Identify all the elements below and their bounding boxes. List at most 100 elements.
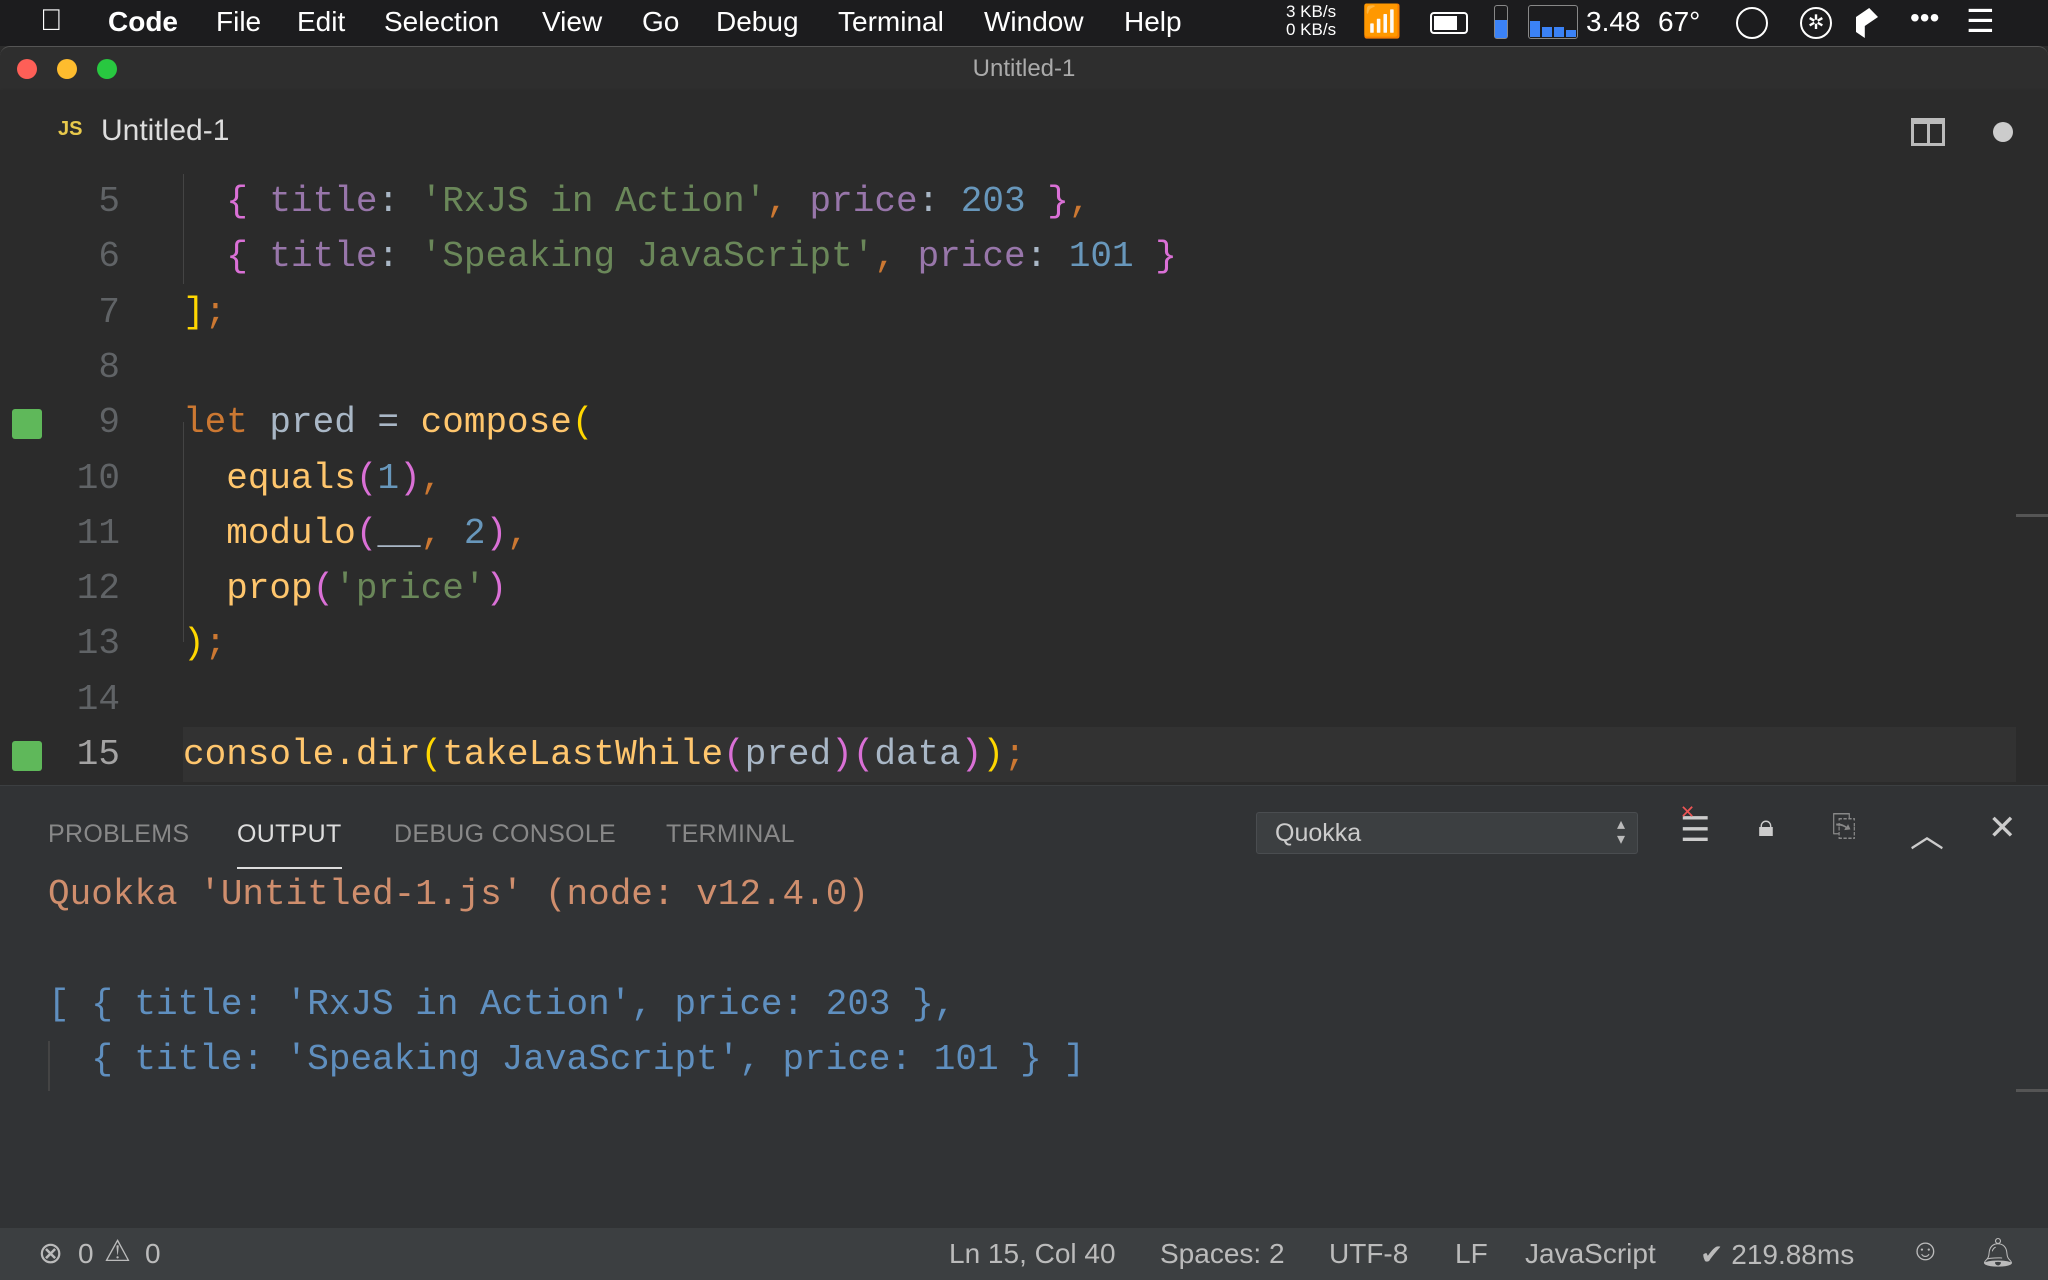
code-token: ) — [485, 512, 508, 554]
cpu-meter[interactable] — [1528, 5, 1578, 39]
unsaved-dot-icon[interactable] — [1993, 122, 2013, 142]
code-token: 101 — [1068, 236, 1134, 278]
code-line[interactable]: 7]; — [0, 285, 2016, 340]
battery-icon[interactable] — [1430, 12, 1468, 34]
tab-problems[interactable]: PROBLEMS — [48, 820, 189, 849]
menu-selection[interactable]: Selection — [384, 6, 499, 38]
code-token: compose — [420, 402, 572, 444]
temperature[interactable]: 67° — [1658, 6, 1700, 38]
app-icon[interactable] — [1856, 8, 1878, 38]
tab-output[interactable]: OUTPUT — [237, 820, 342, 869]
feedback-smiley-icon[interactable]: ☺ — [1910, 1234, 1941, 1268]
code-token: __ — [377, 512, 421, 554]
menu-go[interactable]: Go — [642, 6, 679, 38]
code-text: prop('price') — [183, 561, 507, 616]
code-line[interactable]: 11 modulo(__, 2), — [0, 506, 2016, 561]
quokka-timing[interactable]: ✔ 219.88ms — [1700, 1238, 1854, 1271]
line-number: 11 — [76, 512, 120, 554]
cursor-position[interactable]: Ln 15, Col 40 — [949, 1238, 1116, 1270]
code-token: 2 — [463, 512, 486, 554]
code-text: { title: 'Speaking JavaScript', price: 1… — [183, 229, 1177, 284]
code-token: ( — [355, 512, 378, 554]
code-token: , — [507, 512, 529, 554]
line-number: 5 — [98, 181, 120, 222]
lock-scroll-icon[interactable]: 🔒︎ — [1758, 810, 1774, 844]
code-line[interactable]: 9 let pred = compose( — [0, 395, 2016, 450]
warning-count[interactable]: 0 — [145, 1238, 161, 1270]
cpu-bar — [1554, 26, 1564, 37]
output-header: Quokka 'Untitled-1.js' (node: v12.4.0) — [48, 874, 869, 915]
split-editor-icon[interactable] — [1911, 118, 1945, 146]
menu-terminal[interactable]: Terminal — [838, 6, 944, 38]
code-token: price — [787, 181, 918, 222]
menu-window[interactable]: Window — [984, 6, 1084, 38]
line-number: 10 — [76, 457, 120, 499]
code-line[interactable]: 12 prop('price') — [0, 561, 2016, 616]
code-token: ) — [183, 623, 205, 665]
code-line[interactable]: 15 console.dir(takeLastWhile(pred)(data))… — [0, 727, 2016, 782]
tab-terminal[interactable]: TERMINAL — [666, 820, 795, 849]
select-arrows-icon: ▴ ▾ — [1616, 816, 1625, 848]
editor-scrollbar[interactable] — [2016, 514, 2048, 517]
menu-help[interactable]: Help — [1124, 6, 1182, 38]
indentation[interactable]: Spaces: 2 — [1160, 1238, 1285, 1270]
output-line: [ { title: 'RxJS in Action', price: 203 … — [48, 984, 956, 1025]
code-line[interactable]: 13); — [0, 616, 2016, 671]
output-channel-select[interactable]: Quokka ▴ ▾ — [1256, 812, 1638, 854]
line-number: 13 — [76, 623, 120, 665]
code-token: , — [1068, 181, 1091, 222]
wifi-icon[interactable]: 📶 — [1362, 2, 1402, 40]
code-token: } — [1025, 181, 1069, 222]
close-panel-icon[interactable]: ✕ — [1988, 808, 2017, 848]
apple-menu-icon[interactable]:  — [40, 4, 63, 38]
code-token: ] — [183, 291, 205, 333]
code-token: price — [895, 236, 1026, 278]
output-line: { title: 'Speaking JavaScript', price: 1… — [48, 1039, 1085, 1080]
notifications-bell-icon[interactable]: 🔔︎ — [1980, 1236, 2016, 1269]
list-icon[interactable]: ☰ — [1966, 2, 1995, 40]
output-scrollbar[interactable] — [2016, 1089, 2048, 1092]
code-text: let pred = compose( — [183, 395, 593, 450]
error-count[interactable]: 0 — [78, 1238, 94, 1270]
clock-icon[interactable] — [1736, 7, 1768, 39]
code-token: ( — [571, 402, 594, 444]
code-token: ; — [204, 291, 227, 333]
line-ending[interactable]: LF — [1455, 1238, 1488, 1270]
menu-view[interactable]: View — [542, 6, 602, 38]
code-token: : — [917, 181, 961, 222]
code-line[interactable]: 5 { title: 'RxJS in Action', price: 203 … — [0, 174, 2016, 229]
menu-app[interactable]: Code — [108, 6, 178, 38]
menu-debug[interactable]: Debug — [716, 6, 799, 38]
code-line[interactable]: 14 — [0, 672, 2016, 727]
maximize-panel-icon[interactable]: ︿ — [1910, 808, 1944, 857]
aperture-icon[interactable]: ✲ — [1800, 7, 1832, 39]
tab-debug-console[interactable]: DEBUG CONSOLE — [394, 820, 616, 849]
clear-output-icon[interactable]: ☰ ✕ — [1680, 802, 1710, 850]
encoding[interactable]: UTF-8 — [1329, 1238, 1408, 1270]
code-line[interactable]: 8 — [0, 340, 2016, 395]
editor-tab[interactable]: JS Untitled-1 — [40, 90, 260, 174]
code-token: data — [874, 734, 961, 775]
code-token: : — [377, 181, 421, 222]
code-line[interactable]: 10 equals(1), — [0, 451, 2016, 506]
tab-label: Untitled-1 — [101, 114, 230, 147]
code-token: 203 — [960, 181, 1026, 222]
error-icon[interactable]: ⊗ — [38, 1236, 63, 1271]
code-token: console.dir — [183, 734, 421, 775]
more-icon[interactable]: ••• — [1910, 2, 1939, 34]
warning-icon[interactable]: ⚠ — [104, 1234, 131, 1269]
code-text: equals(1), — [183, 451, 442, 506]
code-editor[interactable]: 5 { title: 'RxJS in Action', price: 203 … — [0, 174, 2048, 785]
memory-meter[interactable] — [1494, 5, 1508, 39]
load-average[interactable]: 3.48 — [1586, 6, 1641, 38]
code-token: pred — [744, 734, 832, 775]
open-log-file-icon[interactable]: ⎘ — [1832, 810, 1856, 844]
menu-edit[interactable]: Edit — [297, 6, 345, 38]
code-line[interactable]: 6 { title: 'Speaking JavaScript', price:… — [0, 229, 2016, 284]
network-stats[interactable]: 3 KB/s 0 KB/s — [1286, 3, 1336, 39]
selected-channel: Quokka — [1275, 819, 1362, 847]
code-text: ]; — [183, 285, 226, 340]
menu-file[interactable]: File — [216, 6, 261, 38]
language-mode[interactable]: JavaScript — [1525, 1238, 1656, 1270]
